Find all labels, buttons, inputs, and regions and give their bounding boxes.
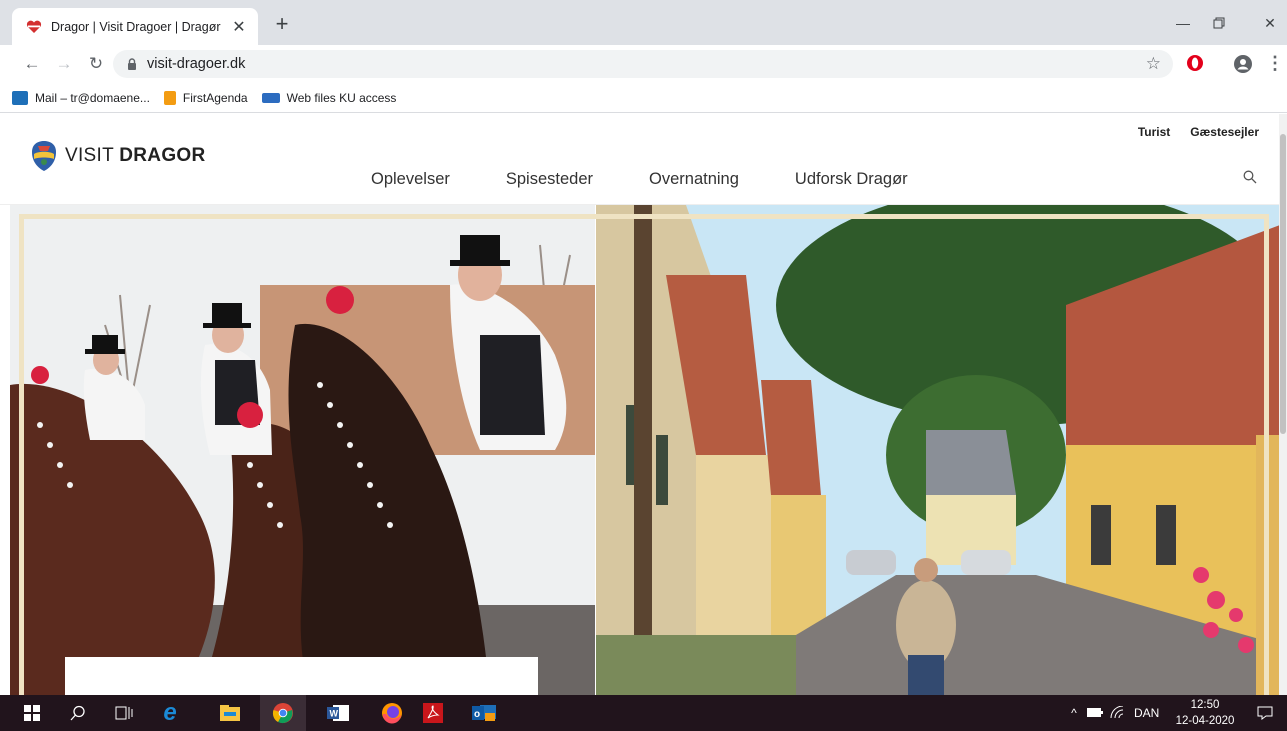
bookmark-mail[interactable]: Mail – tr@domaene... — [12, 91, 150, 105]
clock[interactable]: 12:50 12-04-2020 — [1170, 697, 1240, 729]
lock-icon — [127, 58, 137, 70]
task-view-icon[interactable] — [101, 695, 147, 731]
word-icon[interactable]: W — [315, 695, 361, 731]
bookmark-ku-access[interactable]: Web files KU access — [261, 91, 397, 105]
page-scrollbar[interactable] — [1279, 114, 1287, 695]
hero-caption-box — [65, 657, 538, 695]
turist-link[interactable]: Turist — [1138, 125, 1170, 139]
restore-icon[interactable] — [1201, 10, 1237, 36]
chrome-taskbar-icon[interactable] — [260, 695, 306, 731]
windows-taskbar: e W o ^ DAN 12:50 12-04-2020 — [0, 695, 1287, 731]
menu-dots-icon[interactable]: ⋮ — [1266, 53, 1284, 74]
search-icon[interactable] — [55, 695, 101, 731]
nav-oplevelser[interactable]: Oplevelser — [371, 170, 450, 189]
nav-spisesteder[interactable]: Spisesteder — [506, 170, 593, 189]
hero-banner — [0, 205, 1280, 695]
bookmark-label: Mail – tr@domaene... — [35, 91, 150, 105]
site-brand: VISIT DRAGOR — [65, 145, 206, 166]
language-indicator[interactable]: DAN — [1134, 706, 1159, 720]
bookmark-firstagenda[interactable]: FirstAgenda — [163, 91, 248, 105]
search-icon[interactable] — [1243, 170, 1257, 189]
outlook-icon — [12, 91, 28, 105]
firefox-icon[interactable] — [369, 695, 415, 731]
opera-icon[interactable] — [1186, 54, 1204, 72]
url-text: visit-dragoer.dk — [147, 56, 246, 72]
main-navigation: Oplevelser Spisesteder Overnatning Udfor… — [371, 170, 964, 189]
new-tab-button[interactable]: + — [270, 12, 294, 36]
nav-udforsk-dragor[interactable]: Udforsk Dragør — [795, 170, 908, 189]
address-bar[interactable]: visit-dragoer.dk ☆ — [113, 50, 1173, 78]
svg-text:W: W — [330, 709, 339, 719]
windows-start-icon[interactable] — [9, 695, 55, 731]
close-tab-icon[interactable]: ✕ — [230, 17, 248, 37]
firstagenda-icon — [163, 91, 176, 105]
bookmarks-bar: Mail – tr@domaene... FirstAgenda Web fil… — [0, 84, 1287, 113]
audience-links: Turist Gæstesejler — [1138, 125, 1259, 139]
forward-icon[interactable]: → — [50, 51, 78, 77]
bookmark-label: Web files KU access — [286, 91, 397, 105]
clock-time: 12:50 — [1190, 699, 1220, 711]
gaestesejler-link[interactable]: Gæstesejler — [1190, 125, 1259, 139]
wifi-icon[interactable] — [1106, 705, 1128, 721]
back-icon[interactable]: ← — [18, 51, 46, 77]
dragor-crest-icon — [32, 141, 56, 171]
bookmark-label: FirstAgenda — [182, 91, 248, 105]
nav-overnatning[interactable]: Overnatning — [649, 170, 739, 189]
scrollbar-thumb[interactable] — [1280, 134, 1286, 434]
website-viewport: VISIT DRAGOR Turist Gæstesejler Oplevels… — [0, 114, 1287, 695]
notification-icon[interactable] — [1247, 695, 1283, 731]
site-logo[interactable]: VISIT DRAGOR — [30, 140, 206, 172]
svg-text:o: o — [474, 709, 480, 720]
file-explorer-icon[interactable] — [207, 695, 253, 731]
minimize-icon[interactable]: — — [1165, 10, 1201, 36]
horse-riders-photo — [10, 205, 595, 695]
heart-favicon-icon — [26, 19, 42, 35]
battery-icon[interactable] — [1084, 706, 1106, 720]
clock-date: 12-04-2020 — [1175, 715, 1235, 727]
ku-icon — [261, 93, 280, 103]
edge-icon[interactable]: e — [147, 695, 193, 731]
reload-icon[interactable]: ↻ — [82, 51, 110, 77]
outlook-taskbar-icon[interactable]: o — [461, 695, 507, 731]
acrobat-icon[interactable] — [410, 695, 456, 731]
profile-icon[interactable] — [1233, 54, 1253, 74]
system-tray: ^ DAN — [1064, 695, 1159, 731]
chevron-up-icon[interactable]: ^ — [1064, 706, 1084, 720]
dragor-street-photo — [596, 205, 1280, 695]
browser-toolbar: ← → ↻ visit-dragoer.dk ☆ ⋮ — [0, 45, 1287, 84]
tab-strip: Dragor | Visit Dragoer | Dragør ✕ + — ✕ — [0, 0, 1287, 45]
close-window-icon[interactable]: ✕ — [1252, 10, 1287, 36]
bookmark-star-icon[interactable]: ☆ — [1146, 54, 1161, 74]
tab-title: Dragor | Visit Dragoer | Dragør — [51, 19, 221, 34]
browser-tab[interactable]: Dragor | Visit Dragoer | Dragør ✕ — [12, 8, 258, 45]
